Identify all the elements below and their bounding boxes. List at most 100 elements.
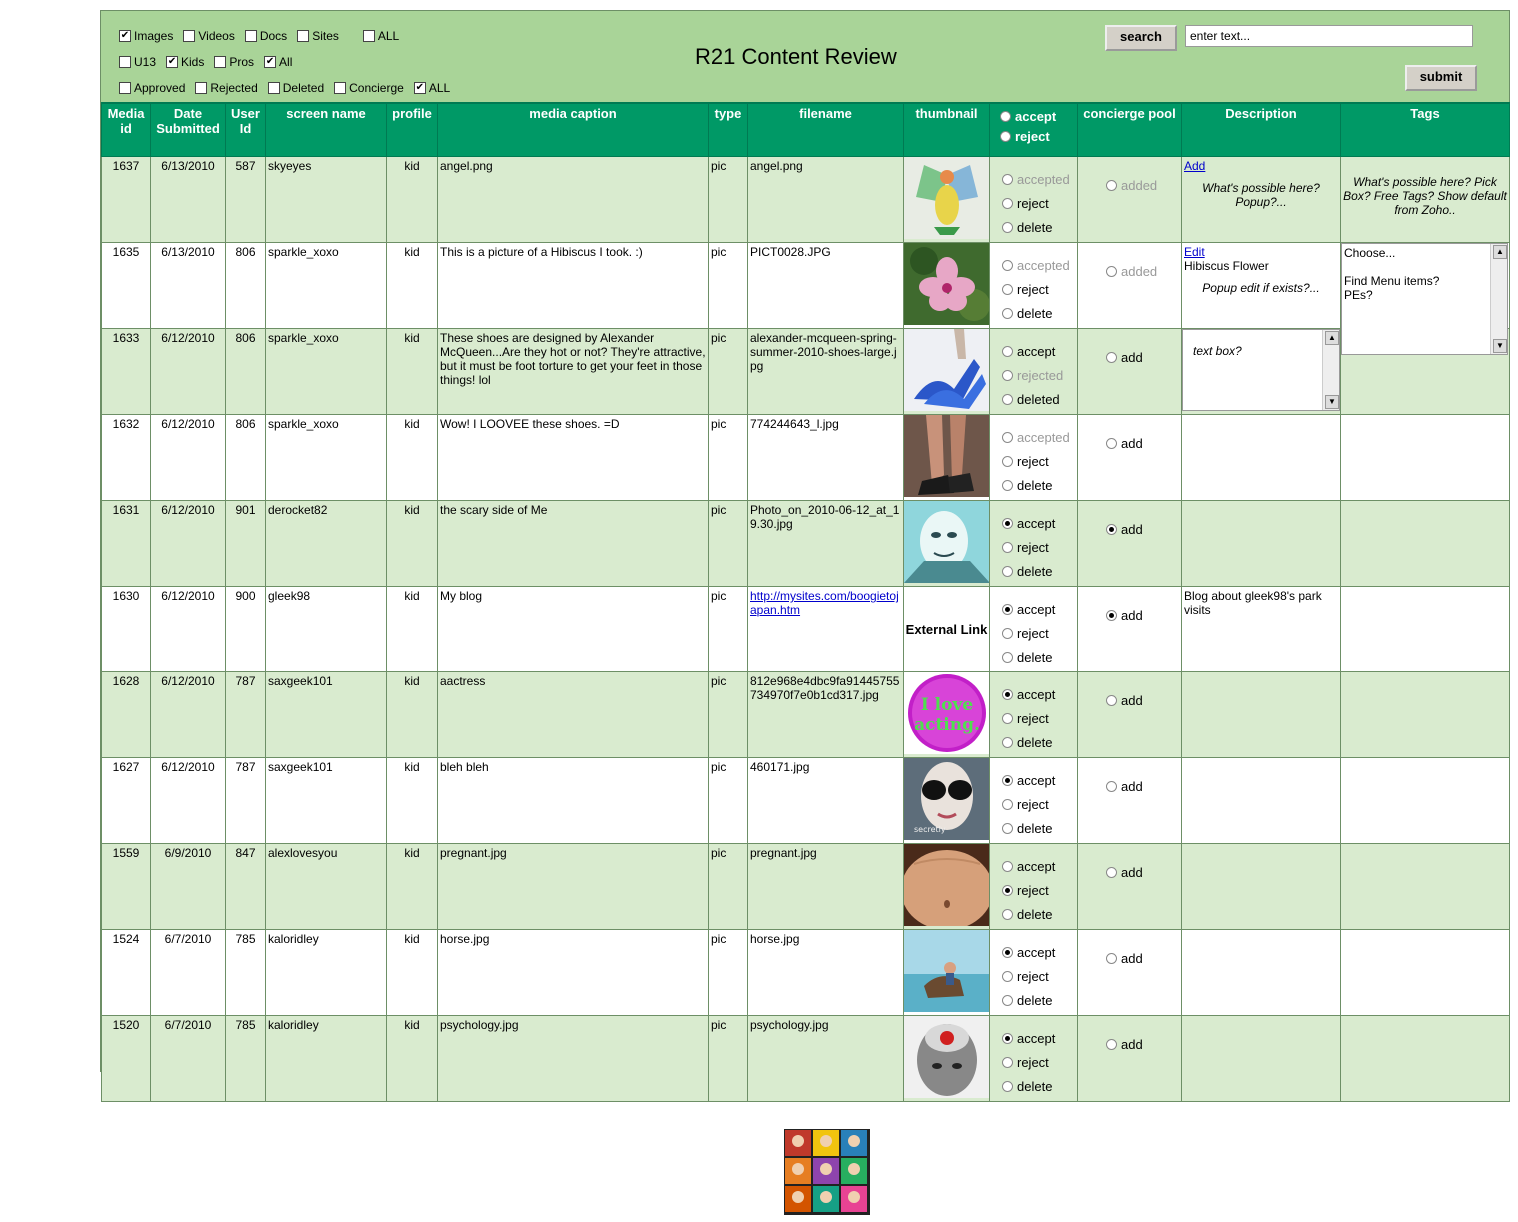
external-link-label[interactable]: External Link [905, 622, 989, 637]
filter-all-checkbox[interactable]: ✔ ALL [413, 81, 450, 95]
accept-all-radio[interactable]: accept [1000, 106, 1075, 126]
concierge-pool-option[interactable]: add [1106, 517, 1179, 541]
profile-cell: kid [386, 242, 438, 329]
thumbnail-cell[interactable] [903, 156, 990, 243]
thumbnail-cell[interactable]: I love acting. [903, 671, 990, 758]
concierge-pool-option[interactable]: added [1106, 259, 1179, 283]
scrollbar[interactable]: ▲ ▼ [1322, 330, 1339, 410]
thumbnail-cell[interactable]: secretly [903, 757, 990, 844]
review-option-accepted[interactable]: accepted [1002, 167, 1075, 191]
concierge-pool-option[interactable]: add [1106, 1032, 1179, 1056]
review-option-reject[interactable]: reject [1002, 1050, 1075, 1074]
review-option-accepted[interactable]: accepted [1002, 253, 1075, 277]
scrollbar[interactable]: ▲ ▼ [1490, 244, 1507, 354]
filter-all-checkbox[interactable]: ALL [362, 29, 399, 43]
radio-icon [1002, 221, 1013, 233]
concierge-pool-option[interactable]: added [1106, 173, 1179, 197]
review-option-accept[interactable]: accept [1002, 940, 1075, 964]
thumbnail-cell[interactable] [903, 328, 990, 415]
review-option-label: delete [1017, 305, 1053, 321]
concierge-pool-option[interactable]: add [1106, 688, 1179, 712]
review-option-reject[interactable]: reject [1002, 449, 1075, 473]
review-option-reject[interactable]: reject [1002, 621, 1075, 645]
review-option-rejected[interactable]: rejected [1002, 363, 1075, 387]
submit-button[interactable]: submit [1405, 65, 1477, 91]
review-option-delete[interactable]: delete [1002, 215, 1075, 239]
profile-cell: kid [386, 328, 438, 415]
concierge-pool-option[interactable]: add [1106, 603, 1179, 627]
filter-images-checkbox[interactable]: ✔ Images [119, 29, 173, 43]
review-option-accepted[interactable]: accepted [1002, 425, 1075, 449]
review-option-reject[interactable]: reject [1002, 792, 1075, 816]
filter-sites-checkbox[interactable]: Sites [297, 29, 339, 43]
checkbox-icon [244, 30, 257, 42]
review-option-delete[interactable]: delete [1002, 816, 1075, 840]
concierge-pool-cell: add [1077, 929, 1182, 1016]
scroll-up-icon[interactable]: ▲ [1325, 331, 1339, 345]
reject-all-radio[interactable]: reject [1000, 126, 1075, 146]
review-radio-group: accept reject delete [992, 674, 1075, 754]
review-option-accept[interactable]: accept [1002, 1026, 1075, 1050]
review-option-deleted[interactable]: deleted [1002, 387, 1075, 411]
filter-approved-checkbox[interactable]: Approved [119, 81, 185, 95]
scroll-up-icon[interactable]: ▲ [1493, 245, 1507, 259]
filename-link[interactable]: http://mysites.com/boogietojapan.htm [750, 589, 899, 617]
review-option-accept[interactable]: accept [1002, 339, 1075, 363]
filter-kids-checkbox[interactable]: ✔ Kids [166, 55, 204, 69]
thumbnail-cell[interactable] [903, 843, 990, 930]
review-option-delete[interactable]: delete [1002, 902, 1075, 926]
thumbnail-cell[interactable] [903, 500, 990, 587]
review-option-accept[interactable]: accept [1002, 854, 1075, 878]
scroll-down-icon[interactable]: ▼ [1493, 339, 1507, 353]
scroll-down-icon[interactable]: ▼ [1325, 395, 1339, 409]
concierge-pool-option[interactable]: add [1106, 774, 1179, 798]
description-add-link[interactable]: Add [1184, 159, 1338, 173]
review-option-delete[interactable]: delete [1002, 559, 1075, 583]
thumbnail-cell[interactable]: External Link [903, 586, 990, 672]
review-option-reject[interactable]: reject [1002, 535, 1075, 559]
filter-u13-checkbox[interactable]: U13 [119, 55, 156, 69]
concierge-pool-option[interactable]: add [1106, 345, 1179, 369]
review-option-delete[interactable]: delete [1002, 473, 1075, 497]
radio-icon [1002, 173, 1013, 185]
review-option-label: accept [1017, 772, 1056, 788]
search-button[interactable]: search [1105, 25, 1177, 51]
collage-face [792, 1135, 804, 1147]
filter-pros-checkbox[interactable]: Pros [214, 55, 254, 69]
review-option-delete[interactable]: delete [1002, 988, 1075, 1012]
concierge-pool-option[interactable]: add [1106, 946, 1179, 970]
review-option-accept[interactable]: accept [1002, 682, 1075, 706]
review-option-delete[interactable]: delete [1002, 645, 1075, 669]
concierge-pool-option[interactable]: add [1106, 431, 1179, 455]
review-option-accept[interactable]: accept [1002, 597, 1075, 621]
filter-videos-checkbox[interactable]: Videos [183, 29, 235, 43]
review-option-accept[interactable]: accept [1002, 768, 1075, 792]
review-option-reject[interactable]: reject [1002, 706, 1075, 730]
concierge-pool-cell: add [1077, 843, 1182, 930]
filter-deleted-checkbox[interactable]: Deleted [267, 81, 324, 95]
review-option-delete[interactable]: delete [1002, 1074, 1075, 1098]
review-option-reject[interactable]: reject [1002, 191, 1075, 215]
search-input[interactable] [1185, 25, 1473, 47]
description-edit-link[interactable]: Edit [1184, 245, 1338, 259]
filter-all-checkbox[interactable]: ✔ All [264, 55, 292, 69]
screen-name-cell: saxgeek101 [265, 671, 387, 758]
filter-docs-checkbox[interactable]: Docs [244, 29, 287, 43]
filter-bar: ✔ Images Videos Docs Sites ALL U13 ✔ Kids Pros ✔ A… [101, 11, 1509, 102]
concierge-pool-option[interactable]: add [1106, 860, 1179, 884]
filter-concierge-checkbox[interactable]: Concierge [334, 81, 404, 95]
thumbnail-cell[interactable] [903, 414, 990, 501]
filter-rejected-checkbox[interactable]: Rejected [195, 81, 258, 95]
review-option-accept[interactable]: accept [1002, 511, 1075, 535]
review-option-delete[interactable]: delete [1002, 301, 1075, 325]
review-option-delete[interactable]: delete [1002, 730, 1075, 754]
review-option-reject[interactable]: reject [1002, 878, 1075, 902]
review-option-reject[interactable]: reject [1002, 964, 1075, 988]
review-option-reject[interactable]: reject [1002, 277, 1075, 301]
thumbnail-cell[interactable] [903, 929, 990, 1016]
caption-cell: My blog [437, 586, 709, 672]
thumbnail-cell[interactable] [903, 1015, 990, 1102]
thumbnail-cell[interactable] [903, 242, 990, 329]
tags-select-box[interactable]: Choose... Find Menu items? PEs? ▲ ▼ [1341, 243, 1508, 355]
description-textbox[interactable]: text box? ▲ ▼ [1182, 329, 1340, 411]
